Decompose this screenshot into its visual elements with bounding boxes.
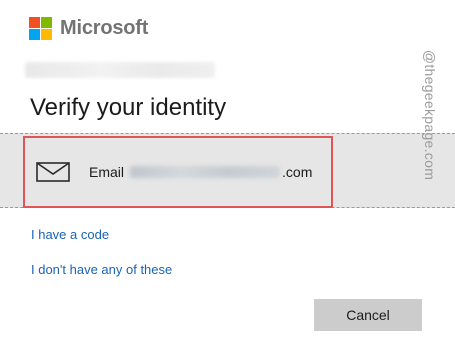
microsoft-logo: Microsoft — [29, 17, 148, 40]
page-title: Verify your identity — [30, 94, 227, 121]
dont-have-any-link[interactable]: I don't have any of these — [31, 262, 172, 277]
logo-square-blue — [29, 29, 40, 40]
logo-square-yellow — [41, 29, 52, 40]
brand-name: Microsoft — [60, 17, 149, 39]
cancel-button[interactable]: Cancel — [314, 299, 422, 331]
have-a-code-link[interactable]: I have a code — [31, 227, 109, 242]
logo-square-red — [29, 17, 40, 28]
blurred-account-name — [25, 62, 215, 78]
annotation-highlight-box — [23, 136, 333, 208]
logo-square-green — [41, 17, 52, 28]
microsoft-logo-icon — [29, 17, 52, 40]
watermark-text: @thegeekpage.com — [422, 49, 439, 181]
watermark: @thegeekpage.com — [420, 40, 440, 190]
